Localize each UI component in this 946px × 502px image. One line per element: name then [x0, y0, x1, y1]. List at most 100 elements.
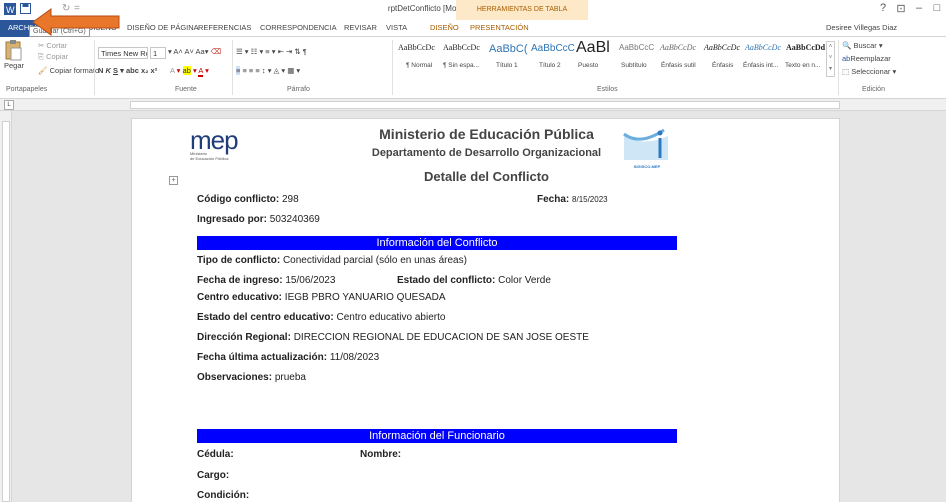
select-button[interactable]: ⬚ Seleccionar ▾ [842, 67, 896, 76]
font-format-buttons[interactable]: N K S ▾ abc x₂ x² [98, 66, 157, 75]
sigisco-logo: SIGISCO-MEP [620, 128, 674, 174]
tab-mailings[interactable]: CORRESPONDENCIA [260, 23, 337, 32]
user-account[interactable]: Desiree Villegas Diaz [826, 23, 897, 32]
cedula-row: Cédula: [197, 449, 234, 460]
tab-view[interactable]: VISTA [386, 23, 407, 32]
centro-label: Centro educativo: [197, 292, 283, 303]
document-area[interactable]: mep Ministerio de Educación Pública Mini… [12, 111, 946, 502]
table-move-handle-icon[interactable]: + [169, 176, 178, 185]
style-no-spacing-sample[interactable]: AaBbCcDc [443, 43, 480, 52]
fecha-label: Fecha: [537, 194, 570, 205]
cargo-row: Cargo: [197, 470, 229, 481]
copy-button[interactable]: ⎘ Copiar [38, 52, 68, 62]
align-buttons[interactable]: ≡ ≡ ≡ ≡ ↕ ▾ ◬ ▾ ▦ ▾ [236, 66, 300, 75]
find-label: Buscar [853, 41, 877, 50]
estado-centro-value: Centro educativo abierto [336, 312, 446, 323]
cut-button[interactable]: ✂ Cortar [38, 41, 67, 50]
find-button[interactable]: 🔍 Buscar ▾ [842, 41, 883, 50]
select-icon: ⬚ [842, 67, 850, 76]
style-title-label: Puesto [578, 62, 599, 69]
help-button[interactable]: ? [876, 2, 890, 14]
format-painter-icon: 🖌 [38, 66, 50, 75]
format-painter-label: Copiar formato [49, 66, 100, 75]
style-normal-label: ¶ Normal [406, 62, 433, 69]
estado-centro-row: Estado del centro educativo: Centro educ… [197, 312, 445, 323]
section-employee-header: Información del Funcionario [197, 429, 677, 443]
font-group-label: Fuente [175, 86, 197, 93]
style-strong-label: Texto en n... [785, 62, 821, 69]
paste-label: Pegar [4, 61, 25, 70]
copy-label: Copiar [46, 52, 69, 61]
style-subtitle-sample[interactable]: AaBbCcC [619, 43, 654, 52]
centro-value: IEGB PBRO YANUARIO QUESADA [284, 292, 446, 303]
style-intense-emphasis-sample[interactable]: AaBbCcDc [745, 43, 781, 52]
format-painter-button[interactable]: 🖌 Copiar formato [38, 66, 99, 75]
tab-references[interactable]: REFERENCIAS [198, 23, 251, 32]
tab-review[interactable]: REVISAR [344, 23, 377, 32]
style-subtle-emphasis-sample[interactable]: AaBbCcDc [660, 43, 696, 52]
style-title-sample[interactable]: AaBl [576, 39, 610, 57]
org-title: Ministerio de Educación Pública [379, 126, 594, 142]
copy-icon: ⎘ [38, 52, 47, 61]
tipo-label: Tipo de conflicto: [197, 255, 281, 266]
minimize-button[interactable]: – [912, 2, 926, 14]
group-divider [838, 40, 839, 95]
codigo-row: Código conflicto: 298 [197, 194, 299, 205]
horizontal-ruler[interactable]: L [0, 99, 946, 111]
font-color-buttons[interactable]: A ▾ ab ▾ A ▾ [170, 66, 209, 77]
font-size-controls[interactable]: ▾ A˄ A˅ Aa▾ ⌫ [168, 47, 221, 56]
tipo-row: Tipo de conflicto: Conectividad parcial … [197, 255, 467, 266]
list-buttons[interactable]: ☰ ▾ ☷ ▾ ≡ ▾ ⇤ ⇥ ⇅ ¶ [236, 47, 307, 56]
direccion-row: Dirección Regional: DIRECCION REGIONAL D… [197, 332, 589, 343]
fecha-ingreso-row: Fecha de ingreso: 15/06/2023 [197, 275, 335, 286]
fecha-ingreso-label: Fecha de ingreso: [197, 275, 283, 286]
binoculars-icon: 🔍 [842, 41, 852, 50]
paste-button[interactable]: Pegar [4, 39, 26, 79]
group-divider [232, 40, 233, 95]
style-emphasis-sample[interactable]: AaBbCcDc [704, 43, 740, 52]
style-heading1-label: Título 1 [496, 62, 518, 69]
department-title: Departamento de Desarrollo Organizaciona… [371, 147, 602, 159]
ribbon-display-button[interactable]: ⊡ [894, 2, 908, 15]
actualizacion-row: Fecha última actualización: 11/08/2023 [197, 352, 379, 363]
fecha-ingreso-value: 15/06/2023 [285, 275, 336, 286]
styles-group-label: Estilos [597, 86, 618, 93]
group-divider [392, 40, 393, 95]
centro-row: Centro educativo: IEGB PBRO YANUARIO QUE… [197, 292, 446, 303]
estado-row: Estado del conflicto: Color Verde [397, 275, 551, 286]
title-bar: W ↻ = rptDetConflicto [Modo de compatibi… [0, 0, 946, 20]
style-heading1-sample[interactable]: AaBbC( [489, 43, 528, 55]
vertical-ruler[interactable] [0, 111, 12, 502]
styles-scroll[interactable]: ˄ ˅ ▾ [826, 41, 835, 77]
style-strong-sample[interactable]: AaBbCcDd [786, 43, 825, 52]
font-name-box[interactable]: Times New Ro [98, 47, 148, 59]
sigisco-emblem-icon [623, 128, 668, 160]
style-no-spacing-label: ¶ Sin espa... [443, 62, 480, 69]
clipboard-group-label: Portapapeles [6, 86, 48, 93]
ingresado-label: Ingresado por: [197, 214, 268, 225]
section-conflict-header: Información del Conflicto [197, 236, 677, 250]
style-heading2-sample[interactable]: AaBbCcC [531, 43, 575, 54]
style-emphasis-label: Énfasis [712, 62, 734, 69]
ribbon: Pegar ✂ Cortar ⎘ Copiar 🖌 Copiar formato… [0, 37, 946, 99]
tab-table-design[interactable]: DISEÑO [430, 23, 459, 32]
style-heading2-label: Título 2 [539, 62, 561, 69]
tab-table-layout[interactable]: PRESENTACIÓN [470, 23, 529, 32]
group-divider [94, 40, 95, 95]
clipboard-icon [5, 40, 22, 61]
replace-button[interactable]: abReemplazar [842, 54, 891, 63]
cargo-label: Cargo: [197, 470, 230, 481]
tab-selector[interactable]: L [4, 100, 14, 110]
style-subtitle-label: Subtítulo [621, 62, 647, 69]
document-page[interactable]: mep Ministerio de Educación Pública Mini… [131, 118, 840, 502]
table-tools-header: HERRAMIENTAS DE TABLA [456, 0, 588, 20]
cedula-label: Cédula: [197, 449, 234, 460]
style-normal-sample[interactable]: AaBbCcDc [398, 43, 435, 52]
observaciones-value: prueba [274, 372, 306, 383]
font-size-box[interactable]: 1 [150, 47, 166, 59]
codigo-label: Código conflicto: [197, 194, 280, 205]
codigo-value: 298 [282, 194, 299, 205]
maximize-button[interactable]: □ [930, 2, 944, 14]
actualizacion-label: Fecha última actualización: [197, 352, 328, 363]
tab-page-layout[interactable]: DISEÑO DE PÁGINA [127, 23, 199, 32]
